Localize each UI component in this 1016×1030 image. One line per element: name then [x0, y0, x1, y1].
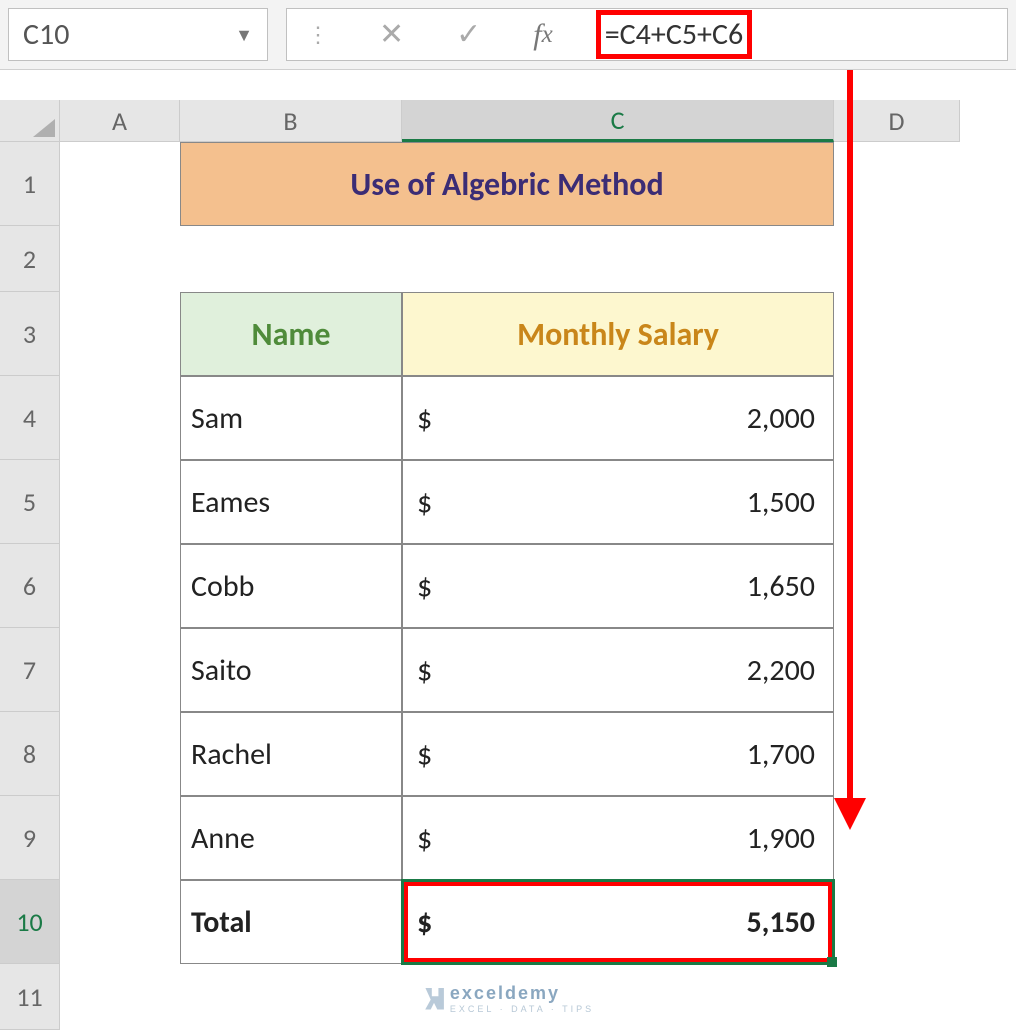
row-head-10[interactable]: 10	[0, 880, 60, 964]
formula-bar: C10 ▼ ⋮ ✕ ✓ fx =C4+C5+C6	[0, 0, 1016, 70]
row-5: 5 Eames $ 1,500	[0, 460, 1016, 544]
cell-d9[interactable]	[834, 796, 960, 880]
enter-icon[interactable]: ✓	[450, 16, 487, 53]
row-9: 9 Anne $ 1,900	[0, 796, 1016, 880]
row-6: 6 Cobb $ 1,650	[0, 544, 1016, 628]
header-name[interactable]: Name	[180, 292, 402, 376]
formula-input[interactable]: =C4+C5+C6	[599, 13, 749, 56]
row-head-4[interactable]: 4	[0, 376, 60, 460]
name-box[interactable]: C10 ▼	[8, 8, 268, 61]
cell-c10[interactable]: $ 5,150	[402, 880, 834, 964]
row-1: 1 Use of Algebric Method	[0, 142, 1016, 226]
cell-c8[interactable]: $ 1,700	[402, 712, 834, 796]
column-header-row: A B C D	[0, 100, 1016, 142]
currency-symbol: $	[417, 484, 432, 521]
cell-d10[interactable]	[834, 880, 960, 964]
cell-a1[interactable]	[60, 142, 180, 226]
currency-symbol: $	[417, 736, 432, 773]
watermark: exceldemy EXCEL · DATA · TIPS	[0, 983, 1016, 1014]
row-8: 8 Rachel $ 1,700	[0, 712, 1016, 796]
cell-c5[interactable]: $ 1,500	[402, 460, 834, 544]
cell-a7[interactable]	[60, 628, 180, 712]
cell-d4[interactable]	[834, 376, 960, 460]
row-head-5[interactable]: 5	[0, 460, 60, 544]
cell-c6[interactable]: $ 1,650	[402, 544, 834, 628]
col-head-d[interactable]: D	[834, 100, 960, 142]
cell-a10[interactable]	[60, 880, 180, 964]
title-cell[interactable]: Use of Algebric Method	[180, 142, 834, 226]
cell-a3[interactable]	[60, 292, 180, 376]
cell-b4[interactable]: Sam	[180, 376, 402, 460]
cell-b8[interactable]: Rachel	[180, 712, 402, 796]
col-head-a[interactable]: A	[60, 100, 180, 142]
cell-d7[interactable]	[834, 628, 960, 712]
cell-a4[interactable]	[60, 376, 180, 460]
cell-a5[interactable]	[60, 460, 180, 544]
row-head-1[interactable]: 1	[0, 142, 60, 226]
currency-symbol: $	[417, 568, 432, 605]
row-7: 7 Saito $ 2,200	[0, 628, 1016, 712]
salary-value: 2,200	[747, 652, 815, 689]
row-head-7[interactable]: 7	[0, 628, 60, 712]
fx-icon[interactable]: fx	[527, 18, 558, 52]
row-head-9[interactable]: 9	[0, 796, 60, 880]
header-salary[interactable]: Monthly Salary	[402, 292, 834, 376]
cell-c9[interactable]: $ 1,900	[402, 796, 834, 880]
cell-a9[interactable]	[60, 796, 180, 880]
col-head-b[interactable]: B	[180, 100, 402, 142]
row-head-6[interactable]: 6	[0, 544, 60, 628]
cell-d5[interactable]	[834, 460, 960, 544]
cell-b2[interactable]	[180, 226, 402, 292]
row-4: 4 Sam $ 2,000	[0, 376, 1016, 460]
cell-b9[interactable]: Anne	[180, 796, 402, 880]
salary-value: 2,000	[747, 400, 815, 437]
chevron-down-icon[interactable]: ▼	[235, 24, 253, 46]
cell-d3[interactable]	[834, 292, 960, 376]
row-head-3[interactable]: 3	[0, 292, 60, 376]
cell-b7[interactable]: Saito	[180, 628, 402, 712]
salary-value: 1,500	[747, 484, 815, 521]
row-10: 10 Total $ 5,150	[0, 880, 1016, 964]
spreadsheet-grid: A B C D 1 Use of Algebric Method 2 3 Nam…	[0, 100, 1016, 1030]
watermark-tag: EXCEL · DATA · TIPS	[450, 1004, 594, 1014]
currency-symbol: $	[417, 904, 432, 941]
currency-symbol: $	[417, 652, 432, 689]
cell-b6[interactable]: Cobb	[180, 544, 402, 628]
salary-value: 1,900	[747, 820, 815, 857]
cell-c2[interactable]	[402, 226, 834, 292]
formula-bar-controls: ⋮ ✕ ✓ fx =C4+C5+C6	[286, 8, 1008, 61]
row-2: 2	[0, 226, 1016, 292]
select-all-corner[interactable]	[0, 100, 60, 142]
row-head-2[interactable]: 2	[0, 226, 60, 292]
cancel-icon[interactable]: ✕	[373, 16, 410, 53]
currency-symbol: $	[417, 400, 432, 437]
row-head-8[interactable]: 8	[0, 712, 60, 796]
total-value: 5,150	[746, 904, 815, 941]
watermark-brand: exceldemy	[450, 983, 560, 1003]
cell-a6[interactable]	[60, 544, 180, 628]
col-head-c[interactable]: C	[402, 100, 834, 142]
salary-value: 1,650	[747, 568, 815, 605]
cell-a2[interactable]	[60, 226, 180, 292]
watermark-text: exceldemy EXCEL · DATA · TIPS	[450, 983, 594, 1014]
cell-d6[interactable]	[834, 544, 960, 628]
watermark-logo-icon	[422, 988, 444, 1010]
cell-b10[interactable]: Total	[180, 880, 402, 964]
cell-d1[interactable]	[834, 142, 960, 226]
name-box-value: C10	[23, 16, 69, 53]
cell-d2[interactable]	[834, 226, 960, 292]
currency-symbol: $	[417, 820, 432, 857]
row-3: 3 Name Monthly Salary	[0, 292, 1016, 376]
cell-c7[interactable]: $ 2,200	[402, 628, 834, 712]
expand-icon[interactable]: ⋮	[301, 21, 333, 48]
salary-value: 1,700	[747, 736, 815, 773]
cell-d8[interactable]	[834, 712, 960, 796]
cell-a8[interactable]	[60, 712, 180, 796]
cell-c4[interactable]: $ 2,000	[402, 376, 834, 460]
cell-b5[interactable]: Eames	[180, 460, 402, 544]
